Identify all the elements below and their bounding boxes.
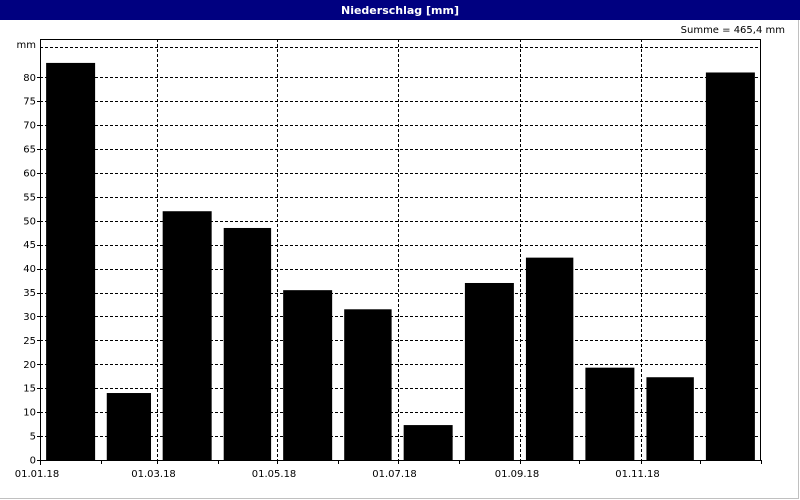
bar-05.2018: [283, 290, 333, 460]
y-tick-label: 30: [23, 312, 36, 323]
bar-03.2018: [162, 211, 212, 460]
bar-08.2018: [464, 282, 514, 460]
bar-02.2018: [106, 393, 152, 460]
y-tick-label: 40: [23, 264, 36, 275]
y-tick-label: 75: [23, 97, 36, 108]
y-tick-label: 35: [23, 288, 36, 299]
bar-04.2018: [223, 227, 272, 460]
x-tick-label: 01.05.18: [252, 469, 297, 480]
y-tick-label: 45: [23, 240, 36, 251]
bar-09.2018: [525, 257, 574, 460]
bar-06.2018: [344, 309, 392, 460]
y-tick-label: 20: [23, 360, 36, 371]
y-tick-label: 55: [23, 192, 36, 203]
bar-12.2018: [705, 72, 755, 460]
y-tick-label: 5: [30, 432, 36, 443]
x-tick-label: 01.03.18: [131, 469, 176, 480]
y-tick-label: 80: [23, 73, 36, 84]
y-axis-label: mm: [17, 40, 36, 51]
y-tick-label: 0: [30, 456, 36, 467]
x-tick-label: 01.07.18: [372, 469, 417, 480]
x-tick-label: 01.11.18: [615, 469, 660, 480]
bar-10.2018: [585, 367, 635, 460]
bar-07.2018: [403, 425, 453, 460]
y-tick-label: 60: [23, 168, 36, 179]
y-tick-label: 70: [23, 121, 36, 132]
y-tick-label: 15: [23, 384, 36, 395]
bar-11.2018: [646, 377, 694, 460]
precipitation-bar-chart: 0 5 10 15 20 25 30 35 40 45 50 55 60 65 70 75 80 mm 01.01.…: [15, 39, 762, 480]
y-tick-label: 10: [23, 408, 36, 419]
y-tick-label: 65: [23, 145, 36, 156]
x-tick-label: 01.01.18: [15, 469, 60, 480]
x-tick-label: 01.09.18: [495, 469, 540, 480]
y-tick-label: 25: [23, 336, 36, 347]
y-tick-label: 50: [23, 216, 36, 227]
bar-01.2018: [46, 62, 96, 460]
